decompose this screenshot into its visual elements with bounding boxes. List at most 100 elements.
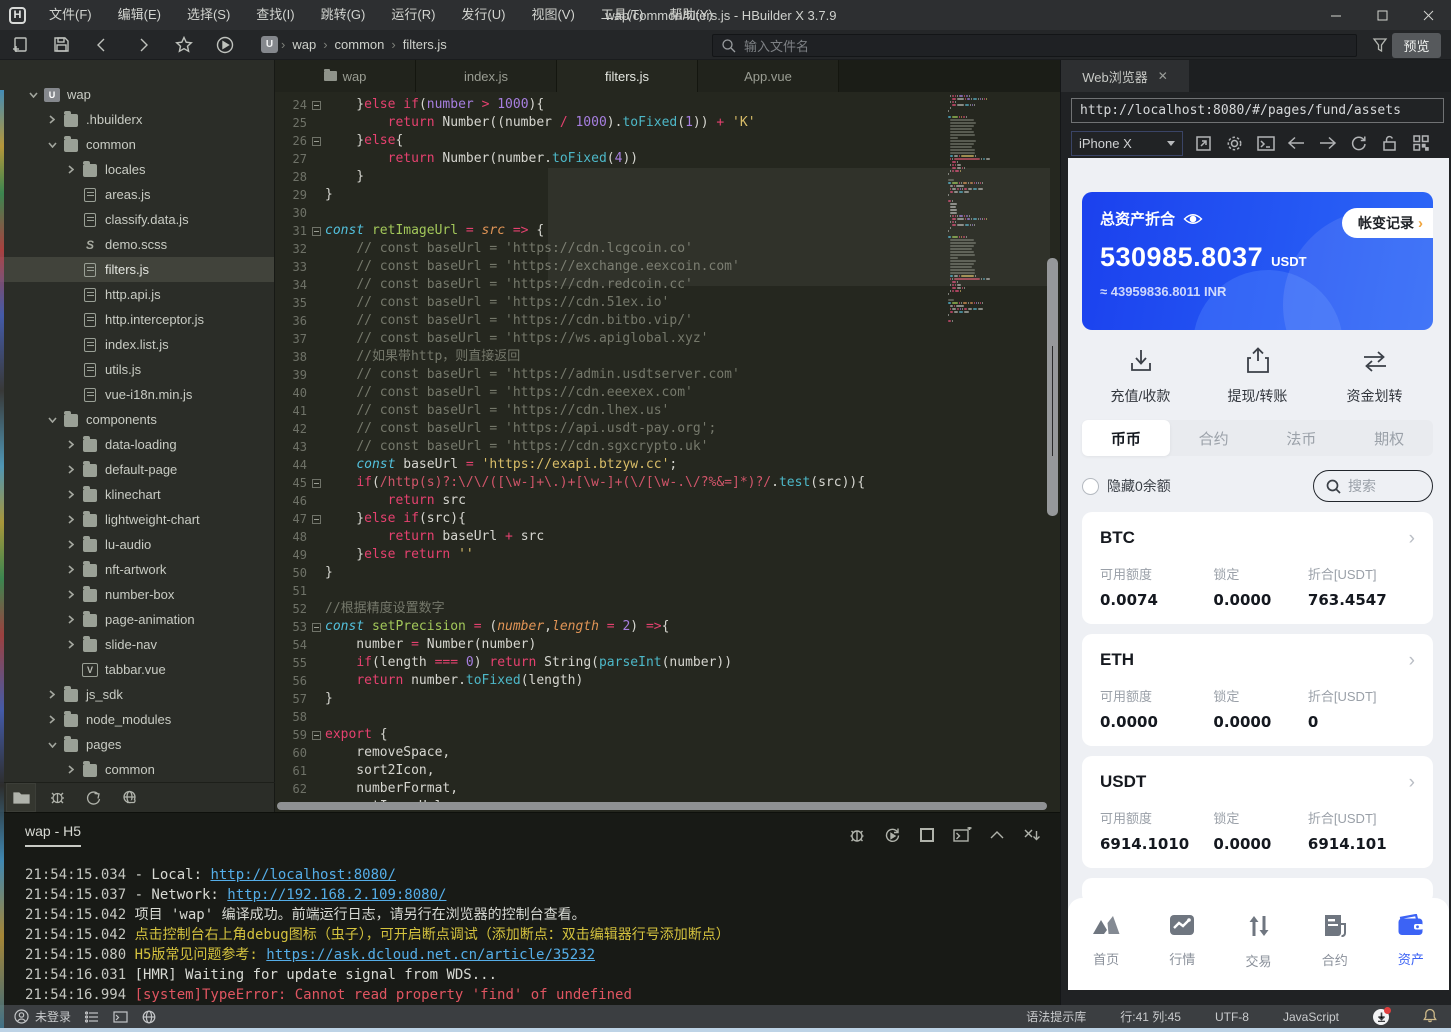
nav-contract[interactable]: 合约 xyxy=(1297,914,1373,990)
nav-trade[interactable]: 交易 xyxy=(1220,914,1296,990)
fold-marker-icon[interactable] xyxy=(307,726,325,744)
tree-item-nft-artwork[interactable]: nft-artwork xyxy=(0,557,274,582)
line-number[interactable]: 58 xyxy=(275,708,307,726)
editor-tab-filters.js[interactable]: filters.js xyxy=(557,60,698,92)
menu-item-1[interactable]: 编辑(E) xyxy=(105,0,174,30)
language-mode[interactable]: JavaScript xyxy=(1283,1010,1339,1024)
breadcrumb-item[interactable]: filters.js xyxy=(403,37,447,52)
line-number[interactable]: 43 xyxy=(275,438,307,456)
menu-item-5[interactable]: 运行(R) xyxy=(378,0,448,30)
line-number[interactable]: 59 xyxy=(275,726,307,744)
device-select[interactable]: iPhone X xyxy=(1071,131,1183,156)
browser-tab[interactable]: Web浏览器 ✕ xyxy=(1061,60,1189,92)
tree-item-tabbar.vue[interactable]: Vtabbar.vue xyxy=(0,657,274,682)
line-number[interactable]: 42 xyxy=(275,420,307,438)
line-number[interactable]: 26 xyxy=(275,132,307,150)
nav-market[interactable]: 行情 xyxy=(1144,914,1220,990)
cursor-position[interactable]: 行:41 列:45 xyxy=(1120,1008,1181,1025)
line-number[interactable]: 45 xyxy=(275,474,307,492)
tree-item-data-loading[interactable]: data-loading xyxy=(0,432,274,457)
tree-item-http.interceptor.js[interactable]: http.interceptor.js xyxy=(0,307,274,332)
qr-code-icon[interactable] xyxy=(1410,133,1431,154)
line-number[interactable]: 29 xyxy=(275,186,307,204)
tree-item-node_modules[interactable]: node_modules xyxy=(0,707,274,732)
nav-home[interactable]: 首页 xyxy=(1068,914,1144,990)
line-number[interactable]: 51 xyxy=(275,582,307,600)
minimize-button[interactable] xyxy=(1313,0,1359,30)
coin-search-button[interactable]: 搜索 xyxy=(1313,470,1433,502)
line-number[interactable]: 31 xyxy=(275,222,307,240)
tree-item-demo.scss[interactable]: Sdemo.scss xyxy=(0,232,274,257)
fold-marker-icon[interactable] xyxy=(307,510,325,528)
new-file-button[interactable] xyxy=(8,33,32,57)
line-number[interactable]: 36 xyxy=(275,312,307,330)
close-button[interactable] xyxy=(1405,0,1451,30)
line-number[interactable]: 46 xyxy=(275,492,307,510)
open-external-icon[interactable] xyxy=(1193,133,1214,154)
tree-item-page-animation[interactable]: page-animation xyxy=(0,607,274,632)
files-panel-icon[interactable] xyxy=(6,783,36,812)
line-number[interactable]: 35 xyxy=(275,294,307,312)
tree-item-klinechart[interactable]: klinechart xyxy=(0,482,274,507)
line-number[interactable]: 37 xyxy=(275,330,307,348)
tree-item-locales[interactable]: locales xyxy=(0,157,274,182)
notification-bell-icon[interactable] xyxy=(1423,1008,1437,1026)
fold-marker-icon[interactable] xyxy=(307,474,325,492)
coin-card-ETH[interactable]: ETH›可用额度0.0000锁定0.0000折合[USDT]0 xyxy=(1082,634,1433,746)
tree-item-common[interactable]: common xyxy=(0,132,274,157)
line-number[interactable]: 49 xyxy=(275,546,307,564)
line-number[interactable]: 57 xyxy=(275,690,307,708)
fold-marker-icon[interactable] xyxy=(307,618,325,636)
editor-tab-wap[interactable]: wap xyxy=(275,60,416,92)
login-status[interactable]: 未登录 xyxy=(35,1008,71,1025)
line-number[interactable]: 44 xyxy=(275,456,307,474)
tree-item-index.list.js[interactable]: index.list.js xyxy=(0,332,274,357)
favorite-star-icon[interactable] xyxy=(172,33,196,57)
market-tab-法币[interactable]: 法币 xyxy=(1258,420,1346,456)
outline-icon[interactable] xyxy=(85,1011,99,1023)
tree-item-filters.js[interactable]: filters.js xyxy=(0,257,274,282)
new-terminal-icon[interactable] xyxy=(952,825,972,845)
back-button[interactable] xyxy=(90,33,114,57)
file-search-input[interactable]: 输入文件名 xyxy=(712,34,1357,57)
collapse-panel-icon[interactable] xyxy=(987,825,1007,845)
tree-item-vue-i18n.min.js[interactable]: vue-i18n.min.js xyxy=(0,382,274,407)
chevron-right-icon[interactable]: › xyxy=(1409,529,1415,548)
line-number[interactable]: 52 xyxy=(275,600,307,618)
tree-item-default-page[interactable]: default-page xyxy=(0,457,274,482)
maximize-button[interactable] xyxy=(1359,0,1405,30)
market-tab-期权[interactable]: 期权 xyxy=(1345,420,1433,456)
eye-icon[interactable] xyxy=(1183,212,1203,226)
tree-item-pages[interactable]: pages xyxy=(0,732,274,757)
menu-item-2[interactable]: 选择(S) xyxy=(174,0,243,30)
market-tab-合约[interactable]: 合约 xyxy=(1170,420,1258,456)
line-number[interactable]: 34 xyxy=(275,276,307,294)
account-record-button[interactable]: 帐变记录› xyxy=(1342,208,1433,238)
line-number[interactable]: 38 xyxy=(275,348,307,366)
console-link[interactable]: https://ask.dcloud.net.cn/article/35232 xyxy=(266,947,595,963)
url-input[interactable]: http://localhost:8080/#/pages/fund/asset… xyxy=(1071,98,1444,123)
menu-item-4[interactable]: 跳转(G) xyxy=(308,0,379,30)
chevron-right-icon[interactable]: › xyxy=(1409,651,1415,670)
line-number[interactable]: 27 xyxy=(275,150,307,168)
goto-icon[interactable] xyxy=(78,783,108,812)
tree-item-lightweight-chart[interactable]: lightweight-chart xyxy=(0,507,274,532)
line-number[interactable]: 28 xyxy=(275,168,307,186)
debug-bug-icon[interactable] xyxy=(847,825,867,845)
editor-tab-index.js[interactable]: index.js xyxy=(416,60,557,92)
close-panel-icon[interactable] xyxy=(1022,825,1042,845)
menu-item-0[interactable]: 文件(F) xyxy=(36,0,105,30)
menu-item-3[interactable]: 查找(I) xyxy=(243,0,307,30)
browser-tab-close-icon[interactable]: ✕ xyxy=(1158,69,1168,83)
console-link[interactable]: http://192.168.2.109:8080/ xyxy=(227,887,446,903)
console-tab[interactable]: wap - H5 xyxy=(25,823,81,847)
line-number[interactable]: 47 xyxy=(275,510,307,528)
transfer-button[interactable]: 资金划转 xyxy=(1316,346,1433,406)
line-number[interactable]: 48 xyxy=(275,528,307,546)
menu-item-6[interactable]: 发行(U) xyxy=(448,0,518,30)
line-number[interactable]: 61 xyxy=(275,762,307,780)
hide-zero-radio[interactable] xyxy=(1082,478,1099,495)
coin-card-BTC[interactable]: BTC›可用额度0.0074锁定0.0000折合[USDT]763.4547 xyxy=(1082,512,1433,624)
line-number[interactable]: 53 xyxy=(275,618,307,636)
filter-icon[interactable] xyxy=(1372,37,1388,58)
